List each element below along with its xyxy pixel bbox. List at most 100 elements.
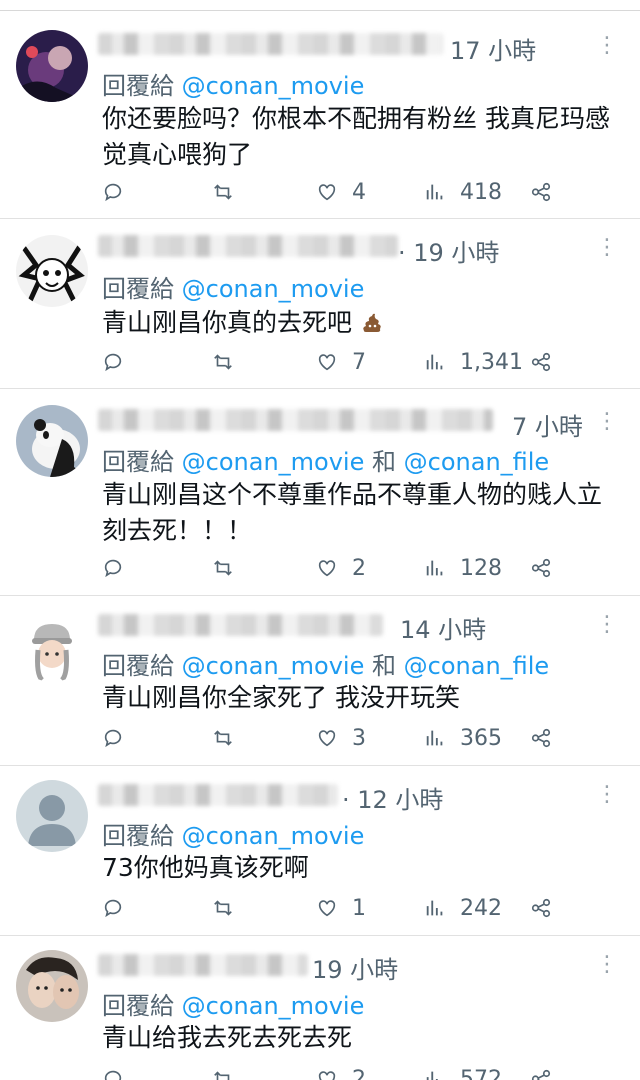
like-button[interactable]: 1 xyxy=(316,893,366,923)
views-icon xyxy=(426,354,443,370)
more-icon[interactable]: ⋮ xyxy=(596,784,618,806)
tweet[interactable]: 17 小時 ⋮ 回覆給 @conan_movie 你还要脸吗？你根本不配拥有粉丝… xyxy=(0,11,640,219)
reply-button[interactable] xyxy=(102,723,138,753)
mention-link[interactable]: @conan_file xyxy=(404,652,550,680)
views-button[interactable]: 1,341 xyxy=(424,347,523,377)
more-icon[interactable]: ⋮ xyxy=(596,411,618,433)
like-button[interactable]: 3 xyxy=(316,723,366,753)
reply-to-line: 回覆給 @conan_movie xyxy=(102,66,364,101)
reply-button[interactable] xyxy=(102,177,138,207)
share-icon xyxy=(531,898,551,918)
views-button[interactable]: 572 xyxy=(424,1064,502,1080)
tweet-actions: 4 418 xyxy=(102,177,562,207)
pile-of-poo-icon xyxy=(363,313,381,332)
like-count: 2 xyxy=(352,555,366,581)
display-name-redacted xyxy=(98,33,443,55)
tweet-actions: 7 1,341 xyxy=(102,347,562,377)
reply-icon xyxy=(104,183,122,202)
mention-link[interactable]: @conan_movie xyxy=(182,822,365,850)
avatar[interactable] xyxy=(16,950,88,1022)
retweet-button[interactable] xyxy=(212,177,248,207)
retweet-button[interactable] xyxy=(212,553,248,583)
views-icon xyxy=(426,900,443,916)
avatar[interactable] xyxy=(16,235,88,307)
tweet-time[interactable]: · 12 小時 xyxy=(342,780,443,815)
reply-to-line: 回覆給 @conan_movie 和 @conan_file xyxy=(102,646,549,681)
more-icon[interactable]: ⋮ xyxy=(596,237,618,259)
share-button[interactable] xyxy=(530,1064,566,1080)
top-divider xyxy=(0,0,640,11)
like-button[interactable]: 2 xyxy=(316,553,366,583)
reply-prefix: 回覆給 xyxy=(102,992,174,1020)
more-icon[interactable]: ⋮ xyxy=(596,954,618,976)
tweet-text: 你还要脸吗？你根本不配拥有粉丝 我真尼玛感觉真心喂狗了 xyxy=(102,104,610,169)
mention-link[interactable]: @conan_file xyxy=(404,448,550,476)
reply-button[interactable] xyxy=(102,1064,138,1080)
mention-link[interactable]: @conan_movie xyxy=(182,72,365,100)
mention-link[interactable]: @conan_movie xyxy=(182,275,365,303)
tweet-time[interactable]: 7 小時 xyxy=(512,407,583,442)
views-icon xyxy=(426,1071,438,1080)
share-button[interactable] xyxy=(530,553,566,583)
reply-prefix: 回覆給 xyxy=(102,448,174,476)
mention-link[interactable]: @conan_movie xyxy=(182,448,365,476)
views-icon xyxy=(426,560,443,576)
views-button[interactable]: 418 xyxy=(424,177,502,207)
like-button[interactable]: 7 xyxy=(316,347,366,377)
views-button[interactable]: 365 xyxy=(424,723,502,753)
retweet-icon xyxy=(214,900,232,916)
like-icon xyxy=(318,1071,336,1080)
share-button[interactable] xyxy=(530,723,566,753)
share-button[interactable] xyxy=(530,177,566,207)
reply-button[interactable] xyxy=(102,893,138,923)
avatar[interactable] xyxy=(16,30,88,102)
reply-button[interactable] xyxy=(102,347,138,377)
retweet-button[interactable] xyxy=(212,347,248,377)
more-icon[interactable]: ⋮ xyxy=(596,614,618,636)
share-button[interactable] xyxy=(530,893,566,923)
avatar[interactable] xyxy=(16,405,88,477)
share-button[interactable] xyxy=(530,347,566,377)
tweet-actions: 2 572 xyxy=(102,1064,562,1080)
views-button[interactable]: 128 xyxy=(424,553,502,583)
reply-button[interactable] xyxy=(102,553,138,583)
reply-to-line: 回覆給 @conan_movie xyxy=(102,269,364,304)
tweet[interactable]: · 19 小時 ⋮ 回覆給 @conan_movie 青山刚昌你真的去死吧 7 xyxy=(0,219,640,389)
tweet[interactable]: 14 小時 ⋮ 回覆給 @conan_movie 和 @conan_file 青… xyxy=(0,596,640,766)
mention-link[interactable]: @conan_movie xyxy=(182,992,365,1020)
avatar[interactable] xyxy=(16,780,88,852)
share-icon xyxy=(531,558,551,578)
views-icon xyxy=(426,184,443,200)
retweet-button[interactable] xyxy=(212,1064,248,1080)
reply-prefix: 回覆給 xyxy=(102,275,174,303)
tweet-actions: 1 242 xyxy=(102,893,562,923)
retweet-button[interactable] xyxy=(212,723,248,753)
more-icon[interactable]: ⋮ xyxy=(596,35,618,57)
share-icon xyxy=(531,352,551,372)
tweet-time[interactable]: · 19 小時 xyxy=(398,233,499,268)
display-name-redacted xyxy=(98,409,493,431)
reply-icon xyxy=(104,353,122,372)
mention-link[interactable]: @conan_movie xyxy=(182,652,365,680)
retweet-button[interactable] xyxy=(212,893,248,923)
view-count: 365 xyxy=(460,725,502,751)
avatar[interactable] xyxy=(16,610,88,682)
tweet[interactable]: 7 小時 ⋮ 回覆給 @conan_movie 和 @conan_file 青山… xyxy=(0,389,640,596)
tweet-time[interactable]: 17 小時 xyxy=(450,31,536,66)
retweet-icon xyxy=(214,354,232,370)
like-count: 4 xyxy=(352,179,366,205)
views-button[interactable]: 242 xyxy=(424,893,502,923)
tweet-time[interactable]: 14 小時 xyxy=(400,610,486,645)
display-name-redacted xyxy=(98,614,383,636)
like-button[interactable]: 2 xyxy=(316,1064,366,1080)
like-icon xyxy=(318,900,336,917)
tweet-time[interactable]: 19 小時 xyxy=(312,950,398,985)
like-button[interactable]: 4 xyxy=(316,177,366,207)
tweet-actions: 2 128 xyxy=(102,553,562,583)
retweet-icon xyxy=(214,560,232,576)
reply-prefix: 回覆給 xyxy=(102,822,174,850)
tweet[interactable]: 19 小時 ⋮ 回覆給 @conan_movie 青山给我去死去死去死 2 57… xyxy=(0,936,640,1080)
tweet[interactable]: · 12 小時 ⋮ 回覆給 @conan_movie 73你他妈真该死啊 1 2… xyxy=(0,766,640,936)
reply-joiner: 和 xyxy=(372,448,396,476)
view-count: 418 xyxy=(460,179,502,205)
